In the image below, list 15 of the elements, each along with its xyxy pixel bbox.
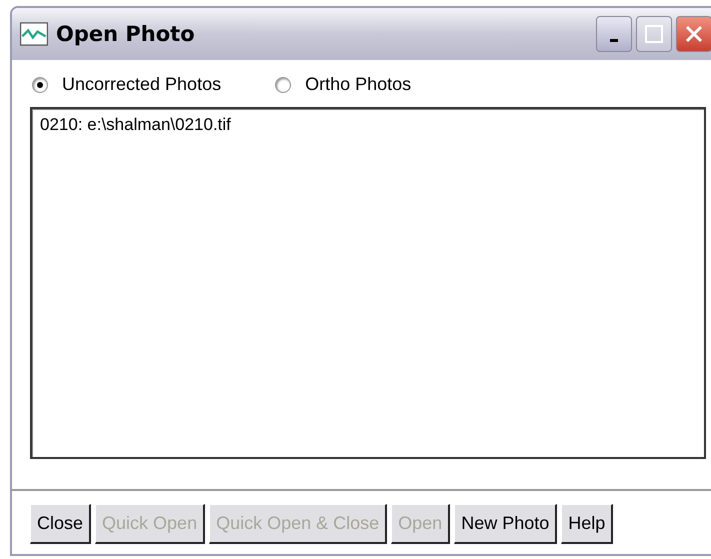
radio-option[interactable]: Uncorrected Photos xyxy=(32,74,222,95)
window-title: Open Photo xyxy=(56,22,196,46)
dialog-button[interactable]: Close xyxy=(30,504,92,544)
minimize-button[interactable] xyxy=(596,16,632,52)
photo-list[interactable]: 0210: e:\shalman\0210.tif xyxy=(30,107,706,459)
radio-option[interactable]: Ortho Photos xyxy=(275,74,412,95)
list-item[interactable]: 0210: e:\shalman\0210.tif xyxy=(38,115,698,135)
photo-icon xyxy=(20,22,48,46)
maximize-button[interactable] xyxy=(636,16,672,52)
close-icon xyxy=(684,24,704,44)
dialog-button[interactable]: Help xyxy=(561,504,614,544)
dialog-button[interactable]: New Photo xyxy=(454,504,558,544)
close-button[interactable] xyxy=(676,16,711,52)
maximize-icon xyxy=(645,25,663,43)
minimize-icon xyxy=(610,39,618,42)
